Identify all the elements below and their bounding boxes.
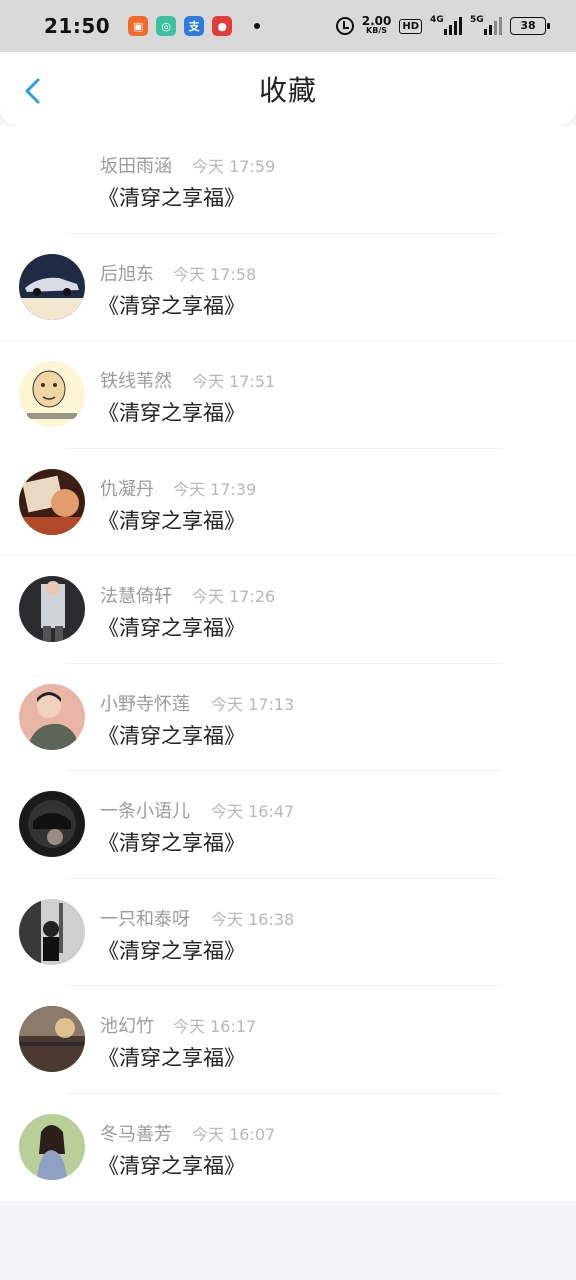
user-name: 池幻竹: [100, 1016, 154, 1037]
timestamp: 今天 17:39: [173, 479, 257, 499]
timestamp: 今天 17:13: [211, 694, 295, 714]
timestamp: 今天 17:59: [192, 157, 276, 176]
nav-header: 收藏: [0, 52, 576, 126]
speed-unit: KB/S: [366, 26, 388, 35]
browser-app-icon: ◎: [156, 16, 177, 36]
avatar[interactable]: [19, 791, 85, 857]
user-name: 一条小语儿: [100, 801, 190, 822]
user-name: 仇凝丹: [100, 478, 154, 500]
user-name: 一只和泰呀: [100, 908, 190, 930]
avatar[interactable]: [19, 1006, 85, 1072]
avatar[interactable]: [19, 898, 85, 965]
timestamp: 今天 16:38: [211, 909, 295, 929]
book-title: 《清穿之享福》: [98, 723, 245, 748]
speed-value: 2.00: [361, 14, 392, 28]
network-speed: 2.00 KB/S: [361, 14, 392, 36]
avatar[interactable]: [19, 1113, 85, 1180]
timestamp: 今天 16:47: [211, 802, 295, 821]
page-title: 收藏: [258, 74, 317, 107]
timestamp: 今天 16:07: [192, 1124, 276, 1144]
status-bar: 21:50 ▣ ◎ 支 ● 2.00 KB/S HD 4G 5G 38: [0, 0, 576, 52]
avatar[interactable]: [19, 361, 85, 427]
list-item[interactable]: 一只和泰呀 今天 16:38 《清穿之享福》: [0, 879, 576, 986]
user-name: 冬马善芳: [100, 1123, 172, 1145]
user-name: 小野寺怀莲: [100, 693, 190, 715]
list-item[interactable]: 小野寺怀莲 今天 17:13 《清穿之享福》: [0, 664, 576, 771]
user-name: 法慧倚轩: [100, 586, 172, 607]
book-title: 《清穿之享福》: [98, 938, 245, 963]
list-item[interactable]: 仇凝丹 今天 17:39 《清穿之享福》: [0, 449, 576, 556]
book-title: 《清穿之享福》: [98, 401, 245, 425]
signal-5g-icon: 5G: [470, 15, 502, 35]
notification-icons: ▣ ◎ 支 ●: [128, 16, 261, 36]
signal-4g-icon: 4G: [430, 15, 462, 35]
favorites-list: 坂田雨涵 今天 17:59 《清穿之享福》 后旭东 今天 17:58 《清穿之享…: [0, 126, 576, 1201]
list-item[interactable]: 坂田雨涵 今天 17:59 《清穿之享福》: [0, 126, 576, 234]
avatar[interactable]: [19, 576, 85, 642]
avatar[interactable]: [19, 468, 85, 535]
alipay-app-icon: 支: [184, 16, 205, 36]
list-item[interactable]: 铁线苇然 今天 17:51 《清穿之享福》: [0, 341, 576, 449]
signal-4g-label: 4G: [430, 15, 444, 25]
user-name: 铁线苇然: [100, 371, 172, 392]
book-title: 《清穿之享福》: [98, 1153, 245, 1178]
reader-app-icon: ▣: [128, 16, 149, 36]
book-title: 《清穿之享福》: [98, 616, 245, 640]
status-time: 21:50: [44, 14, 111, 38]
book-title: 《清穿之享福》: [98, 831, 245, 855]
status-indicators: 2.00 KB/S HD 4G 5G 38: [335, 14, 550, 36]
list-item[interactable]: 池幻竹 今天 16:17 《清穿之享福》: [0, 986, 576, 1094]
avatar[interactable]: [19, 683, 85, 750]
timestamp: 今天 17:58: [173, 264, 257, 284]
user-name: 坂田雨涵: [100, 156, 172, 177]
list-item[interactable]: 后旭东 今天 17:58 《清穿之享福》: [0, 234, 576, 341]
alarm-icon: [335, 17, 354, 35]
list-item[interactable]: 法慧倚轩 今天 17:26 《清穿之享福》: [0, 556, 576, 664]
user-name: 后旭东: [100, 263, 154, 285]
book-title: 《清穿之享福》: [98, 186, 245, 210]
timestamp: 今天 17:26: [192, 587, 276, 606]
book-title: 《清穿之享福》: [98, 508, 245, 533]
hd-icon: HD: [399, 18, 422, 34]
back-arrow-icon[interactable]: [20, 76, 46, 106]
timestamp: 今天 16:17: [173, 1017, 257, 1036]
battery-icon: 38: [510, 17, 550, 35]
timestamp: 今天 17:51: [192, 372, 276, 391]
avatar[interactable]: [19, 253, 85, 320]
more-notifications-dot: [254, 23, 261, 29]
list-item[interactable]: 一条小语儿 今天 16:47 《清穿之享福》: [0, 771, 576, 879]
book-title: 《清穿之享福》: [98, 1046, 245, 1070]
location-app-icon: ●: [212, 16, 233, 36]
signal-5g-label: 5G: [470, 15, 484, 25]
list-item[interactable]: 冬马善芳 今天 16:07 《清穿之享福》: [0, 1094, 576, 1202]
book-title: 《清穿之享福》: [98, 293, 245, 318]
